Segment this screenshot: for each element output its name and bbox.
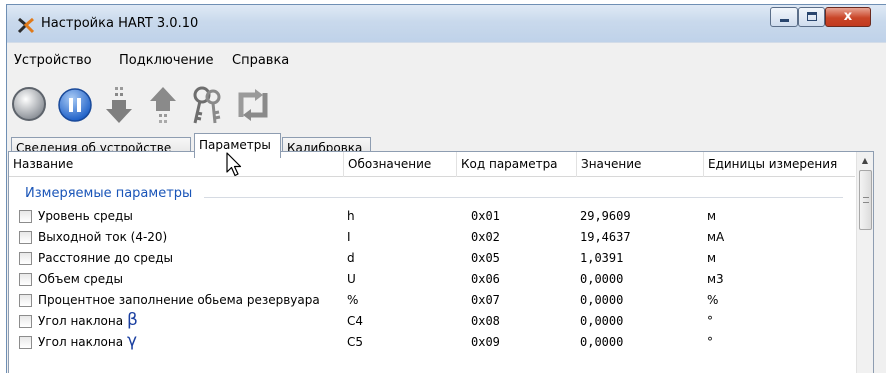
row-checkbox[interactable]: [19, 210, 32, 223]
menu-device[interactable]: Устройство: [14, 53, 92, 68]
column-header-name[interactable]: Название: [9, 152, 343, 177]
param-symbol: C4: [347, 314, 364, 328]
table-header: Название Обозначение Код параметра Значе…: [9, 152, 855, 177]
table-row[interactable]: Расстояние до среды d 0x05 1,0391 м: [9, 249, 855, 270]
close-icon: x: [843, 9, 853, 24]
row-checkbox[interactable]: [19, 231, 32, 244]
scroll-thumb[interactable]: [859, 170, 872, 230]
column-header-symbol[interactable]: Обозначение: [343, 152, 456, 177]
param-code: 0x05: [471, 251, 500, 265]
download-arrow-icon[interactable]: [99, 83, 139, 127]
maximize-button[interactable]: [798, 7, 825, 27]
param-value: 0,0000: [580, 335, 624, 349]
table-row[interactable]: Объем среды U 0x06 0,0000 м3: [9, 270, 855, 291]
pause-icon[interactable]: [55, 83, 95, 127]
param-symbol: d: [347, 251, 355, 265]
row-checkbox[interactable]: [19, 315, 32, 328]
param-value: 19,4637: [580, 230, 631, 244]
menu-connection[interactable]: Подключение: [119, 53, 213, 68]
minimize-icon: [780, 19, 789, 22]
param-symbol: U: [347, 272, 356, 286]
param-unit: мА: [707, 230, 725, 244]
param-symbol: %: [347, 293, 359, 307]
param-unit: °: [707, 314, 713, 328]
keys-icon[interactable]: [187, 83, 227, 127]
close-button[interactable]: x: [825, 7, 871, 27]
group-divider: [204, 197, 843, 198]
parameters-panel: Название Обозначение Код параметра Значе…: [8, 151, 874, 373]
column-header-code[interactable]: Код параметра: [456, 152, 576, 177]
table-row[interactable]: Выходной ток (4-20) I 0x02 19,4637 мА: [9, 228, 855, 249]
param-unit: м3: [707, 272, 724, 286]
param-code: 0x01: [471, 209, 500, 223]
row-checkbox[interactable]: [19, 336, 32, 349]
toolbar: [7, 75, 886, 133]
param-name: Угол наклона γ: [38, 333, 137, 350]
param-code: 0x06: [471, 272, 500, 286]
mouse-cursor-icon: [226, 152, 242, 177]
title-bar[interactable]: Настройка HART 3.0.10 x: [7, 5, 886, 42]
param-code: 0x07: [471, 293, 500, 307]
maximize-icon: [807, 12, 817, 21]
param-unit: %: [707, 293, 719, 307]
greek-gamma: γ: [126, 331, 137, 351]
greek-beta: β: [126, 310, 138, 330]
param-unit: м: [707, 251, 717, 265]
row-checkbox[interactable]: [19, 294, 32, 307]
param-name-text: Угол наклона: [38, 335, 124, 349]
group-measured-params: Измеряемые параметры: [25, 186, 193, 201]
grip-icon: [863, 197, 869, 203]
param-code: 0x09: [471, 335, 500, 349]
param-value: 1,0391: [580, 251, 624, 265]
param-value: 0,0000: [580, 293, 624, 307]
menu-help[interactable]: Справка: [232, 53, 289, 68]
param-name-text: Угол наклона: [38, 314, 124, 328]
refresh-icon[interactable]: [233, 83, 273, 127]
table-row[interactable]: Угол наклона β C4 0x08 0,0000 °: [9, 312, 855, 333]
minimize-button[interactable]: [770, 7, 798, 27]
param-name: Расстояние до среды: [38, 251, 173, 265]
param-symbol: h: [347, 209, 355, 223]
upload-arrow-icon[interactable]: [143, 83, 183, 127]
table-row[interactable]: Уровень среды h 0x01 29,9609 м: [9, 207, 855, 228]
param-name: Объем среды: [38, 272, 123, 286]
menu-bar: Устройство Подключение Справка: [7, 42, 886, 75]
app-logo-icon: [17, 17, 35, 34]
row-checkbox[interactable]: [19, 273, 32, 286]
param-name: Выходной ток (4-20): [38, 230, 168, 244]
param-unit: °: [707, 335, 713, 349]
window-title: Настройка HART 3.0.10: [41, 16, 199, 31]
column-header-value[interactable]: Значение: [576, 152, 703, 177]
scroll-up-icon[interactable]: ▲: [857, 152, 873, 169]
param-symbol: C5: [347, 335, 364, 349]
row-checkbox[interactable]: [19, 252, 32, 265]
param-code: 0x08: [471, 314, 500, 328]
column-header-units[interactable]: Единицы измерения: [703, 152, 857, 177]
param-name: Процентное заполнение обьема резервуара: [38, 293, 320, 307]
param-unit: м: [707, 209, 717, 223]
table-row[interactable]: Угол наклона γ C5 0x09 0,0000 °: [9, 333, 855, 354]
param-value: 29,9609: [580, 209, 631, 223]
param-value: 0,0000: [580, 314, 624, 328]
table-row[interactable]: Процентное заполнение обьема резервуара …: [9, 291, 855, 312]
magnifier-icon[interactable]: [10, 83, 50, 127]
param-name: Угол наклона β: [38, 312, 138, 329]
param-name: Уровень среды: [38, 209, 133, 223]
param-value: 0,0000: [580, 272, 624, 286]
param-symbol: I: [347, 230, 351, 244]
param-code: 0x02: [471, 230, 500, 244]
vertical-scrollbar[interactable]: ▲: [856, 152, 873, 373]
